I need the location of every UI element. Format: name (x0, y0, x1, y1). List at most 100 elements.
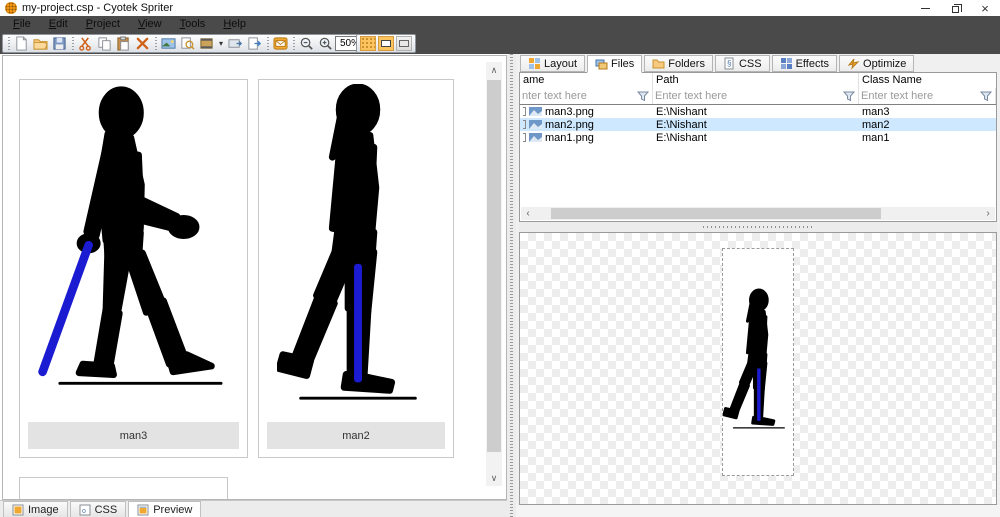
tab-preview-label: Preview (153, 504, 192, 516)
sprite-label-man2: man2 (267, 422, 445, 449)
grid-toggle-button[interactable] (360, 36, 376, 51)
sprite-card-man3[interactable]: man3 (19, 79, 248, 458)
menu-file[interactable]: File (4, 16, 40, 33)
left-panel-scrollbar[interactable]: ∧ ∨ (486, 62, 502, 486)
tab-css[interactable]: o CSS (70, 501, 127, 517)
single-view-toggle-button[interactable] (396, 36, 412, 51)
tab-optimize-label: Optimize (863, 58, 906, 70)
filter-cell-class-name[interactable]: Enter text here (859, 88, 996, 104)
restore-button[interactable] (940, 0, 970, 16)
column-header-path[interactable]: Path (653, 73, 859, 88)
cell-class-name: man2 (859, 119, 996, 131)
filter-icon[interactable] (637, 91, 649, 102)
tab-css-right[interactable]: § CSS (715, 55, 770, 72)
email-export-button[interactable] (271, 35, 290, 52)
scroll-right-button[interactable]: › (981, 207, 995, 220)
export-css-button[interactable] (245, 35, 264, 52)
toolbar-view-strip (356, 34, 416, 53)
cell-class-name: man3 (859, 106, 996, 118)
file-name: man2.png (545, 119, 594, 131)
layout-tab-icon (528, 57, 541, 70)
chevron-right-icon: › (986, 208, 989, 219)
animation-dropdown-button[interactable]: ▾ (216, 35, 226, 52)
open-folder-icon (33, 36, 48, 51)
tab-effects[interactable]: Effects (772, 55, 837, 72)
cell-name: man1.png (520, 132, 653, 144)
scroll-down-button[interactable]: ∨ (486, 470, 502, 486)
menu-view[interactable]: View (129, 16, 171, 33)
svg-text:§: § (727, 59, 731, 68)
toolbar-drag-handle[interactable] (6, 37, 11, 50)
copy-button[interactable] (95, 35, 114, 52)
sprite-card-man2[interactable]: man2 (258, 79, 454, 458)
tab-optimize[interactable]: Optimize (839, 55, 914, 72)
man2-silhouette (277, 84, 435, 415)
scroll-left-button[interactable]: ‹ (521, 207, 535, 220)
sprite-view-toggle-button[interactable] (378, 36, 394, 51)
cut-button[interactable] (76, 35, 95, 52)
image-thumb-icon (529, 107, 542, 116)
tab-folders[interactable]: Folders (644, 55, 713, 72)
files-table-header: ame Path Class Name (520, 73, 996, 88)
scrollbar-thumb[interactable] (487, 80, 501, 452)
right-panel-footer (516, 505, 1000, 517)
tab-image[interactable]: Image (3, 501, 68, 517)
save-project-button[interactable] (50, 35, 69, 52)
zoom-out-icon (299, 36, 314, 51)
menu-tools[interactable]: Tools (171, 16, 215, 33)
menu-project[interactable]: Project (77, 16, 129, 33)
add-image-button[interactable] (159, 35, 178, 52)
open-project-button[interactable] (31, 35, 50, 52)
hscrollbar-thumb[interactable] (551, 208, 881, 219)
selected-sprite-stage[interactable] (722, 248, 794, 476)
zoom-in-button[interactable] (316, 35, 335, 52)
right-panel-tabs: Layout Files Folders § CSS Effects Optim… (520, 54, 916, 72)
row-grip-icon (523, 107, 526, 116)
files-table: ame Path Class Name nter text here Enter… (519, 72, 997, 222)
zoom-out-button[interactable] (297, 35, 316, 52)
menu-help[interactable]: Help (214, 16, 255, 33)
scroll-up-button[interactable]: ∧ (486, 62, 502, 78)
delete-button[interactable] (133, 35, 152, 52)
filter-icon[interactable] (980, 91, 992, 102)
preview-tab-icon (137, 504, 149, 516)
table-row-man3[interactable]: man3.png E:\Nishant man3 (520, 105, 996, 118)
tab-layout[interactable]: Layout (520, 55, 585, 72)
image-tab-icon (12, 504, 24, 516)
mail-image-icon (273, 36, 288, 51)
tab-files[interactable]: Files (587, 55, 642, 73)
panel-splitter-horizontal[interactable] (519, 222, 997, 232)
column-header-class-name[interactable]: Class Name (859, 73, 996, 88)
delete-icon (135, 36, 150, 51)
tab-preview[interactable]: Preview (128, 501, 201, 517)
table-row-man1[interactable]: man1.png E:\Nishant man1 (520, 131, 996, 144)
css-right-tab-icon: § (723, 57, 736, 70)
panel-splitter-vertical[interactable] (507, 54, 516, 517)
menu-edit[interactable]: Edit (40, 16, 77, 33)
paste-button[interactable] (114, 35, 133, 52)
class-name-filter-input[interactable]: Enter text here (861, 90, 980, 102)
man2-sprite-image (263, 84, 449, 415)
animation-button[interactable] (197, 35, 216, 52)
close-button[interactable]: × (970, 0, 1000, 16)
export-image-button[interactable] (226, 35, 245, 52)
chevron-up-icon: ∧ (491, 65, 498, 76)
cell-path: E:\Nishant (653, 119, 859, 131)
tab-files-label: Files (611, 58, 634, 70)
zoom-image-button[interactable] (178, 35, 197, 52)
filter-cell-path[interactable]: Enter text here (653, 88, 859, 104)
minimize-button[interactable] (910, 0, 940, 16)
cell-name: man3.png (520, 106, 653, 118)
filter-icon[interactable] (843, 91, 855, 102)
column-header-name[interactable]: ame (520, 73, 653, 88)
filter-cell-name[interactable]: nter text here (520, 88, 653, 104)
sprite-card-partial[interactable] (19, 477, 228, 500)
name-filter-input[interactable]: nter text here (522, 90, 637, 102)
optimize-tab-icon (847, 57, 860, 70)
path-filter-input[interactable]: Enter text here (655, 90, 843, 102)
app-logo-icon (5, 2, 17, 14)
files-table-hscrollbar[interactable]: ‹ › (521, 207, 995, 220)
man3-silhouette (33, 84, 234, 415)
new-project-button[interactable] (12, 35, 31, 52)
table-row-man2[interactable]: man2.png E:\Nishant man2 (520, 118, 996, 131)
